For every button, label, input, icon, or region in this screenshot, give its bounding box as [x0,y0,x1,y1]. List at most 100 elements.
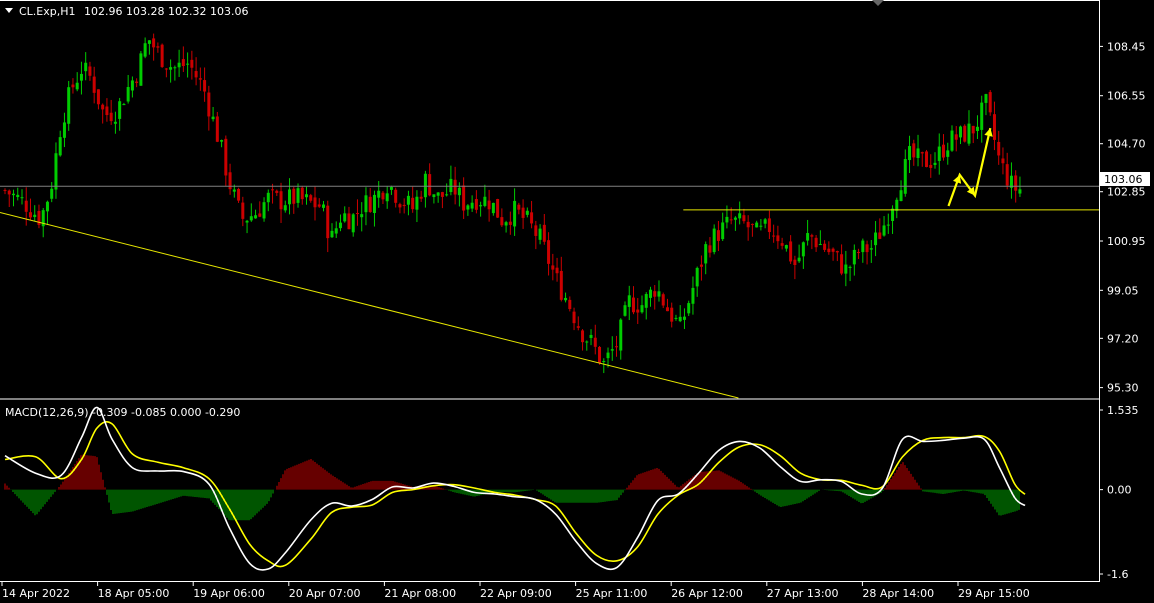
candle-body [687,303,691,314]
candle-body [92,76,96,93]
candle-body [143,43,147,57]
candle-body [406,195,410,205]
candle-body [457,187,461,196]
candle-body [661,294,665,306]
price-tick-label: 106.55 [1107,90,1146,103]
candle-body [496,199,500,218]
candle-body [479,205,483,207]
candle-body [360,214,364,218]
candle-body [334,228,338,234]
candle-body [691,287,695,304]
candle-body [1018,189,1022,194]
candle [215,111,219,143]
candle-body [844,264,848,274]
current-price-tag: 103.06 [1100,172,1150,186]
candle-body [24,200,28,212]
candle-body [164,68,168,70]
candle-body [606,352,610,359]
macd-tick-label: -1.6 [1107,568,1128,581]
price-tick-label: 104.70 [1107,138,1146,151]
candle-body [237,188,241,201]
candle-body [721,222,725,240]
candle-body [368,196,372,212]
candle-body [428,174,432,196]
candle-body [861,240,865,253]
candle-body [933,162,937,165]
candle-body [487,200,491,210]
candle-body [780,243,784,246]
candle-body [203,80,207,92]
candle-body [275,190,279,193]
candle-body [20,197,24,199]
candle-body [62,122,66,138]
candle-body [797,257,801,262]
time-tick-label: 20 Apr 07:00 [289,587,361,600]
candle-body [980,102,984,130]
candle-body [45,201,49,212]
candle-body [891,208,895,221]
candle-body [559,270,563,300]
candle-body [682,316,686,320]
candle-body [610,349,614,351]
candle-body [377,190,381,198]
candle-body [699,264,703,267]
candle-body [848,266,852,268]
candle-body [470,202,474,209]
candle-body [198,78,202,80]
candle [925,149,929,168]
candle-body [313,197,317,208]
candle-body [215,116,219,142]
candle-body [648,289,652,298]
candle-body [929,164,933,168]
candle-body [419,196,423,199]
candle-body [997,141,1001,156]
candle-body [232,189,236,192]
candle-body [105,106,109,116]
candle-body [207,92,211,117]
candle-body [874,232,878,246]
candle-body [423,173,427,198]
candle-body [670,307,674,322]
candle-body [950,130,954,151]
candle-body [602,361,606,363]
candle-body [975,126,979,131]
candle-body [568,299,572,310]
candle-body [937,146,941,161]
price-tick-label: 100.95 [1107,235,1146,248]
candle-body [733,217,737,220]
candle-body [266,192,270,203]
candle-body [615,346,619,348]
candle-body [440,192,444,197]
time-tick-label: 21 Apr 08:00 [384,587,456,600]
candle-body [1014,175,1018,191]
candle-body [258,213,262,217]
candle-body [504,222,508,226]
chart-symbol: CL.Exp,H1 [19,5,76,18]
candle-body [491,202,495,214]
candle-body [156,46,160,48]
candle-body [704,244,708,264]
candle-body [801,242,805,257]
candle-body [695,267,699,287]
candle-body [581,330,585,343]
candle-body [152,38,156,48]
candle-body [878,232,882,239]
candle-body [508,221,512,225]
candle-body [288,189,292,205]
price-tick-label: 95.30 [1107,382,1139,395]
candle [712,224,716,255]
current-price-label: 103.06 [1104,173,1143,186]
candle [67,80,71,131]
candle-body [330,230,334,238]
candle-body [296,188,300,203]
candle-body [347,213,351,230]
price-tick-label: 102.85 [1107,186,1146,199]
candle-body [449,178,453,193]
candle-body [254,215,258,219]
candle-body [818,244,822,246]
candle-body [899,190,903,202]
candle-body [385,193,389,202]
candle-body [742,215,746,222]
candle-body [784,245,788,249]
time-tick-label: 18 Apr 05:00 [98,587,170,600]
